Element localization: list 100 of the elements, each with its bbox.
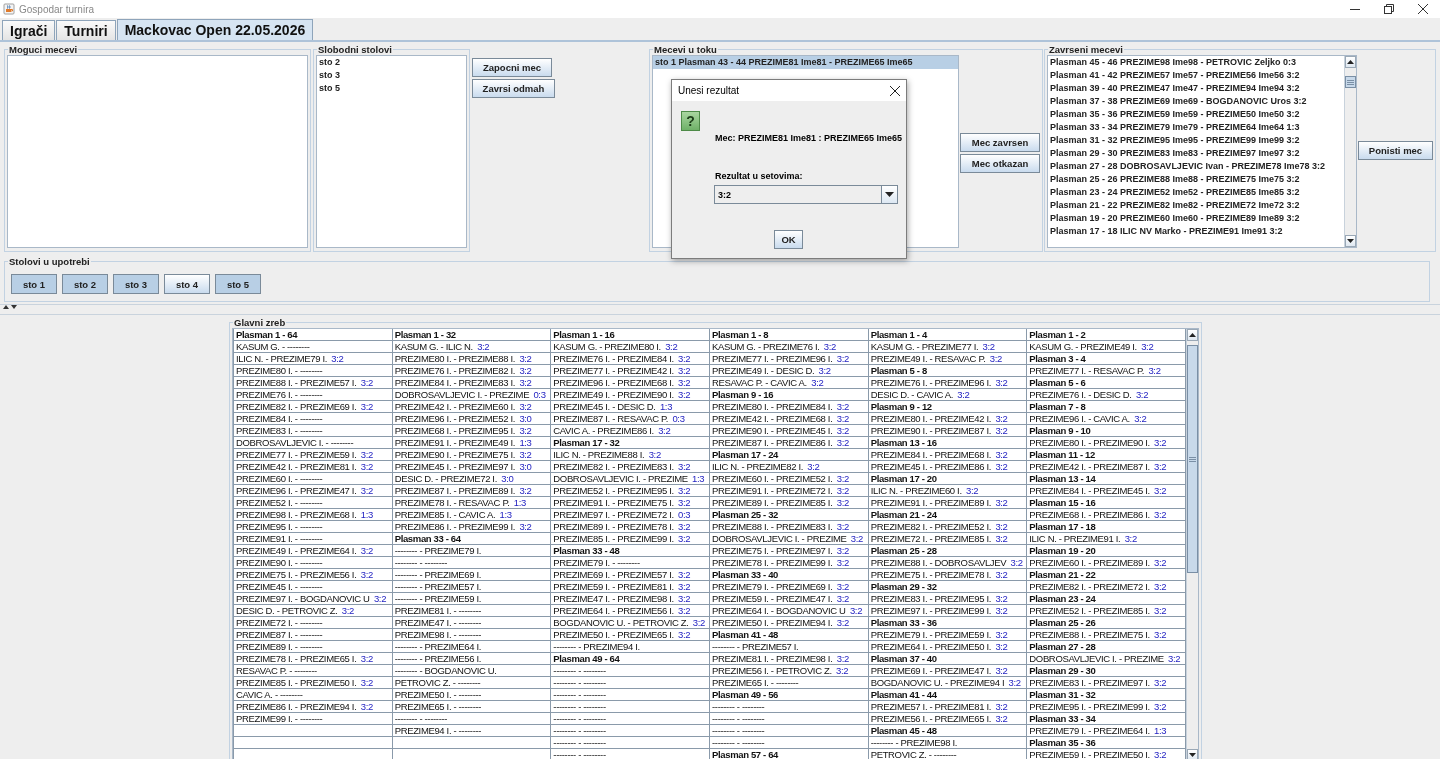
tab[interactable]: Mackovac Open 22.05.2026 bbox=[116, 19, 314, 40]
table-cell: PREZIME82 I. - PREZIME72 I. 3:2 bbox=[1027, 581, 1186, 593]
table-cell: PREZIME72 I. - -------- bbox=[234, 617, 393, 629]
table-cell: PREZIME82 I. - PREZIME69 I. 3:2 bbox=[234, 401, 393, 413]
table-cell: PREZIME88 I. - DOBROSAVLJEV 3:2 bbox=[868, 557, 1028, 569]
table-cell: PREZIME85 I. - PREZIME99 I. 3:2 bbox=[551, 533, 710, 545]
scroll-up-button[interactable] bbox=[1345, 56, 1356, 68]
table-cell: RESAVAC P. - -------- bbox=[234, 665, 393, 677]
list-item[interactable]: Plasman 19 - 20 PREZIME60 Ime60 - PREZIME89 Ime89 3:2 bbox=[1048, 212, 1344, 225]
list-item[interactable]: sto 2 bbox=[317, 56, 466, 69]
scrollbar[interactable] bbox=[1344, 56, 1356, 247]
table-cell: DOBROSAVLJEVIC I. - -------- bbox=[234, 437, 393, 449]
table-cell: PREZIME56 I. - PETROVIC Z. 3:2 bbox=[710, 665, 869, 677]
table-cell: PREZIME95 I. - PREZIME99 I. 3:2 bbox=[1027, 701, 1186, 713]
list-item[interactable]: Plasman 25 - 26 PREZIME88 Ime88 - PREZIME75 Ime75 3:2 bbox=[1048, 173, 1344, 186]
table-cell: PREZIME68 I. - PREZIME95 I. 3:2 bbox=[392, 425, 552, 437]
table-cell: DOBROSAVLJEVIC I. - PREZIME 1:3 bbox=[551, 473, 710, 485]
list-item[interactable]: Plasman 31 - 32 PREZIME95 Ime95 - PREZIME99 Ime99 3:2 bbox=[1048, 134, 1344, 147]
app-icon bbox=[3, 3, 15, 15]
list-item[interactable]: Plasman 45 - 46 PREZIME98 Ime98 - PETROVIC Zeljko 0:3 bbox=[1048, 56, 1344, 69]
table-cell: PREZIME87 I. - -------- bbox=[234, 629, 393, 641]
scroll-down-button[interactable] bbox=[1187, 749, 1198, 759]
list-item[interactable]: Plasman 21 - 22 PREZIME82 Ime82 - PREZIME72 Ime72 3:2 bbox=[1048, 199, 1344, 212]
table-button[interactable]: sto 4 bbox=[164, 274, 210, 294]
table-cell: PREZIME77 I. - RESAVAC P. 3:2 bbox=[1027, 365, 1186, 377]
list-item[interactable]: Plasman 41 - 42 PREZIME57 Ime57 - PREZIME56 Ime56 3:2 bbox=[1048, 69, 1344, 82]
table-cell: PREZIME47 I. - PREZIME98 I. 3:2 bbox=[551, 593, 710, 605]
table-cell: PREZIME77 I. - PREZIME59 I. 3:2 bbox=[234, 449, 393, 461]
table-cell: PREZIME96 I. - CAVIC A. 3:2 bbox=[1027, 413, 1186, 425]
action-button[interactable]: Ponisti mec bbox=[1358, 141, 1433, 160]
round-heading: Plasman 7 - 8 bbox=[1027, 401, 1186, 413]
round-heading: Plasman 45 - 48 bbox=[868, 725, 1028, 737]
scrollbar[interactable] bbox=[1186, 329, 1198, 759]
action-button[interactable]: Zavrsi odmah bbox=[472, 79, 555, 98]
list-item[interactable]: Plasman 23 - 24 PREZIME52 Ime52 - PREZIME85 Ime85 3:2 bbox=[1048, 186, 1344, 199]
down-arrow-icon[interactable] bbox=[11, 305, 17, 309]
table-cell: PREZIME79 I. - -------- bbox=[551, 557, 710, 569]
list-item[interactable]: sto 5 bbox=[317, 82, 466, 95]
table-cell: PREZIME76 I. - PREZIME96 I. 3:2 bbox=[868, 377, 1028, 389]
round-heading: Plasman 41 - 48 bbox=[710, 629, 869, 641]
table-cell: PREZIME65 I. - -------- bbox=[392, 701, 552, 713]
list-item[interactable]: Plasman 17 - 18 ILIC NV Marko - PREZIME91 Ime91 3:2 bbox=[1048, 225, 1344, 238]
table-cell: -------- - -------- bbox=[392, 557, 552, 569]
scrollbar-thumb[interactable] bbox=[1345, 76, 1356, 88]
action-button[interactable]: Zapocni mec bbox=[472, 58, 552, 77]
result-dropdown[interactable]: 3:2 bbox=[714, 185, 898, 204]
group-title: Mecevi u toku bbox=[653, 44, 718, 55]
ok-button[interactable]: OK bbox=[774, 230, 803, 249]
round-heading: Plasman 9 - 10 bbox=[1027, 425, 1186, 437]
list-item[interactable]: Plasman 37 - 38 PREZIME69 Ime69 - BOGDANOVIC Uros 3:2 bbox=[1048, 95, 1344, 108]
table-cell: PREZIME94 I. - -------- bbox=[392, 725, 552, 737]
table-button[interactable]: sto 3 bbox=[113, 274, 159, 294]
list-item[interactable]: Plasman 35 - 36 PREZIME59 Ime59 - PREZIME50 Ime50 3:2 bbox=[1048, 108, 1344, 121]
table-cell: -------- - PREZIME98 I. bbox=[868, 737, 1028, 749]
table-cell: PREZIME60 I. - -------- bbox=[234, 473, 393, 485]
table-button[interactable]: sto 5 bbox=[215, 274, 261, 294]
list-item[interactable]: Plasman 39 - 40 PREZIME47 Ime47 - PREZIME94 Ime94 3:2 bbox=[1048, 82, 1344, 95]
table-cell: PREZIME64 I. - PREZIME56 I. 3:2 bbox=[551, 605, 710, 617]
tab[interactable]: Igrači bbox=[2, 20, 56, 40]
table-cell: PREZIME78 I. - RESAVAC P. 1:3 bbox=[392, 497, 552, 509]
round-heading: Plasman 19 - 20 bbox=[1027, 545, 1186, 557]
table-cell: PREZIME98 I. - PREZIME68 I. 1:3 bbox=[234, 509, 393, 521]
round-heading: Plasman 13 - 14 bbox=[1027, 473, 1186, 485]
scroll-up-button[interactable] bbox=[1187, 329, 1198, 341]
table-cell: PREZIME60 I. - PREZIME52 I. 3:2 bbox=[710, 473, 869, 485]
table-cell: PREZIME52 I. - PREZIME95 I. 3:2 bbox=[551, 485, 710, 497]
table-cell: PREZIME84 I. - PREZIME83 I. 3:2 bbox=[392, 377, 552, 389]
round-heading: Plasman 17 - 20 bbox=[868, 473, 1028, 485]
list-item[interactable]: sto 3 bbox=[317, 69, 466, 82]
scroll-down-button[interactable] bbox=[1345, 235, 1356, 247]
up-arrow-icon bbox=[1189, 333, 1196, 337]
table-cell: PREZIME86 I. - PREZIME99 I. 3:2 bbox=[392, 521, 552, 533]
up-arrow-icon[interactable] bbox=[3, 305, 9, 309]
action-button[interactable]: Mec zavrsen bbox=[960, 133, 1040, 152]
close-icon[interactable] bbox=[890, 85, 900, 96]
table-cell: PREZIME47 I. - -------- bbox=[392, 617, 552, 629]
round-heading: Plasman 17 - 32 bbox=[551, 437, 710, 449]
list-item[interactable]: Plasman 27 - 28 DOBROSAVLJEVIC Ivan - PREZIME78 Ime78 3:2 bbox=[1048, 160, 1344, 173]
table-cell: KASUM G. - -------- bbox=[234, 341, 393, 353]
scrollbar-thumb[interactable] bbox=[1187, 345, 1198, 573]
table-cell: PREZIME42 I. - PREZIME60 I. 3:2 bbox=[392, 401, 552, 413]
table-button[interactable]: sto 2 bbox=[62, 274, 108, 294]
table-cell: KASUM G. - PREZIME76 I. 3:2 bbox=[710, 341, 869, 353]
list-item[interactable]: Plasman 33 - 34 PREZIME79 Ime79 - PREZIME64 Ime64 1:3 bbox=[1048, 121, 1344, 134]
table-cell: PREZIME89 I. - -------- bbox=[234, 641, 393, 653]
table-cell: PREZIME85 I. - CAVIC A. 1:3 bbox=[392, 509, 552, 521]
list-item[interactable]: Plasman 29 - 30 PREZIME83 Ime83 - PREZIME97 Ime97 3:2 bbox=[1048, 147, 1344, 160]
table-button[interactable]: sto 1 bbox=[11, 274, 57, 294]
round-heading: Plasman 5 - 8 bbox=[868, 365, 1028, 377]
action-button[interactable]: Mec otkazan bbox=[960, 154, 1040, 173]
table-cell: PREZIME91 I. - PREZIME49 I. 1:3 bbox=[392, 437, 552, 449]
round-heading: Plasman 11 - 12 bbox=[1027, 449, 1186, 461]
table-cell: PREZIME96 I. - PREZIME68 I. 3:2 bbox=[551, 377, 710, 389]
table-cell: PREZIME42 I. - PREZIME87 I. 3:2 bbox=[1027, 461, 1186, 473]
table-cell: PREZIME86 I. - PREZIME94 I. 3:2 bbox=[234, 701, 393, 713]
round-heading: Plasman 49 - 64 bbox=[551, 653, 710, 665]
tab[interactable]: Turniri bbox=[56, 20, 116, 40]
table-cell: PREZIME79 I. - PREZIME69 I. 3:2 bbox=[710, 581, 869, 593]
list-item[interactable]: sto 1 Plasman 43 - 44 PREZIME81 Ime81 - PREZIME65 Ime65 bbox=[653, 56, 958, 69]
round-heading: Plasman 33 - 34 bbox=[1027, 713, 1186, 725]
